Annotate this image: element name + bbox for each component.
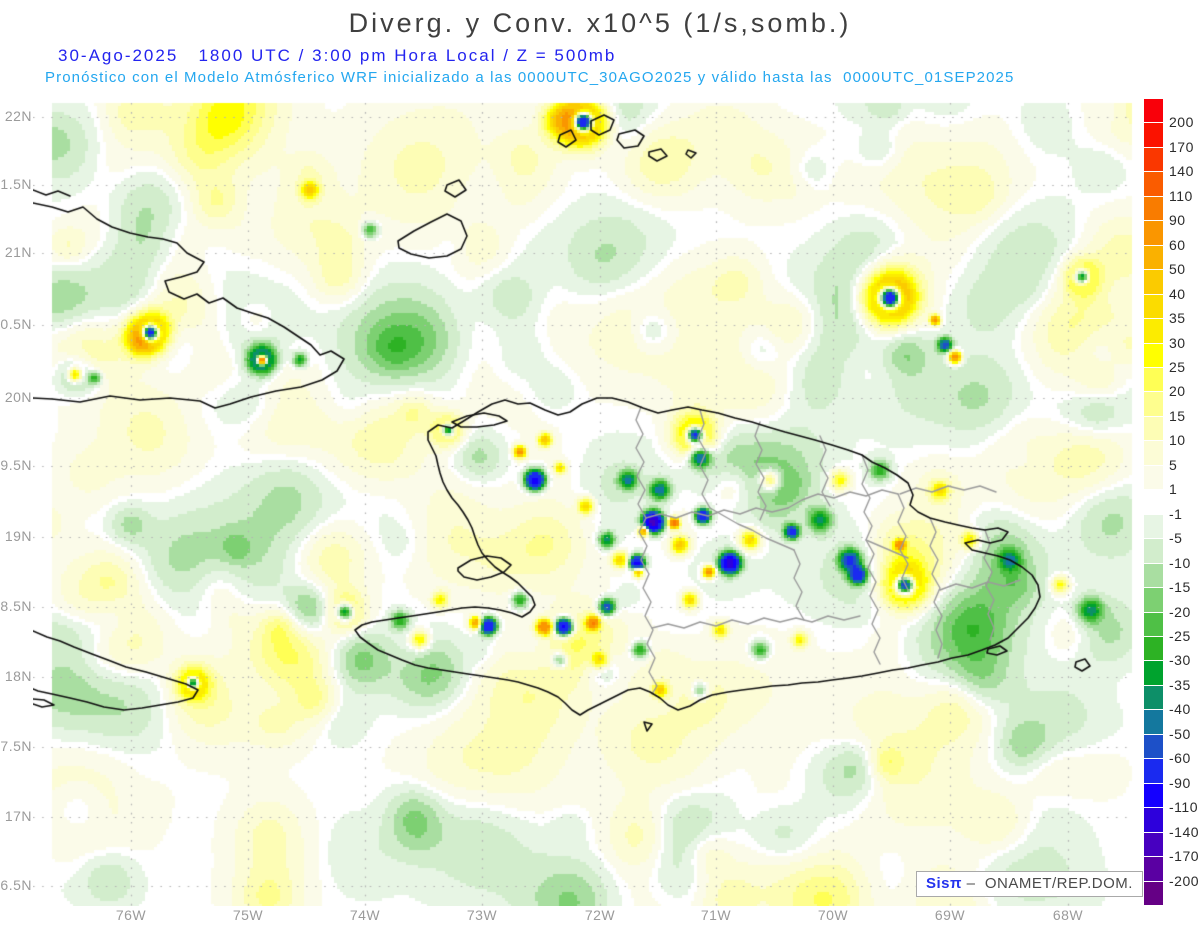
lat-label: 19N [4, 528, 32, 544]
colorbar-label: -15 [1169, 579, 1191, 596]
colorbar-segment [1144, 563, 1163, 588]
colorbar-segment [1144, 783, 1163, 808]
colorbar-label: -1 [1169, 505, 1183, 522]
colorbar-label: 1 [1169, 481, 1178, 498]
colorbar-segment [1144, 832, 1163, 857]
colorbar-label: 200 [1169, 114, 1194, 131]
colorbar-segment [1144, 734, 1163, 759]
colorbar-segment [1144, 99, 1163, 123]
colorbar-label: -140 [1169, 823, 1200, 840]
colorbar-segment [1144, 857, 1163, 881]
colorbar-segment [1144, 514, 1163, 539]
colorbar-segment [1144, 881, 1163, 905]
colorbar-segment [1144, 710, 1163, 734]
chart-subtitle-model: Pronóstico con el Modelo Atmósferico WRF… [45, 69, 1015, 86]
lat-label: 18N [4, 668, 32, 684]
colorbar-label: -35 [1169, 676, 1191, 693]
colorbar-label: -5 [1169, 530, 1183, 547]
colorbar-segment [1144, 147, 1163, 172]
colorbar-segment [1144, 392, 1163, 416]
lat-label: 8.5N [0, 598, 32, 614]
colorbar-label: -25 [1169, 628, 1191, 644]
colorbar-label: 170 [1169, 138, 1194, 155]
colorbar-label: -10 [1169, 554, 1191, 571]
colorbar-label: 30 [1169, 334, 1186, 351]
lat-label: 7.5N [0, 738, 32, 754]
colorbar-label: 10 [1169, 432, 1186, 449]
lon-label: 73W [466, 907, 498, 923]
lat-label: 0.5N [0, 316, 32, 332]
colorbar-segment [1144, 416, 1163, 441]
colorbar [1144, 99, 1163, 906]
colorbar-label: 20 [1169, 383, 1186, 400]
colorbar-segment [1144, 637, 1163, 661]
colorbar-segment [1144, 465, 1163, 490]
colorbar-segment [1144, 612, 1163, 636]
colorbar-segment [1144, 588, 1163, 612]
lon-label: 72W [584, 907, 616, 923]
lat-label: 1.5N [0, 176, 32, 192]
divergence-field-canvas [33, 100, 1133, 906]
colorbar-label: 50 [1169, 261, 1186, 278]
lat-label: 17N [4, 808, 32, 824]
colorbar-segment [1144, 343, 1163, 367]
colorbar-label: -40 [1169, 701, 1191, 718]
colorbar-label: -50 [1169, 725, 1191, 742]
colorbar-label: -110 [1169, 799, 1198, 816]
lat-label: 9.5N [0, 457, 32, 473]
lon-label: 75W [232, 907, 264, 923]
chart-subtitle-datetime: 30-Ago-2025 1800 UTC / 3:00 pm Hora Loca… [58, 46, 617, 65]
lat-label: 6.5N [0, 877, 32, 893]
colorbar-label: 40 [1169, 285, 1186, 302]
colorbar-segment [1144, 123, 1163, 147]
colorbar-segment [1144, 294, 1163, 319]
colorbar-label: -170 [1169, 848, 1200, 865]
colorbar-segment [1144, 685, 1163, 710]
lat-label: 22N [4, 108, 32, 124]
colorbar-segment [1144, 368, 1163, 392]
colorbar-segment [1144, 759, 1163, 783]
colorbar-label: -90 [1169, 774, 1191, 791]
colorbar-label: 110 [1169, 187, 1193, 204]
colorbar-label: 5 [1169, 456, 1178, 473]
lat-label: 20N [4, 389, 32, 405]
colorbar-label: -200 [1169, 872, 1200, 889]
lon-label: 69W [934, 907, 966, 923]
colorbar-label: 60 [1169, 236, 1186, 253]
weather-map-page: Diverg. y Conv. x10^5 (1/s,somb.) 30-Ago… [0, 0, 1200, 927]
colorbar-label: 35 [1169, 310, 1186, 327]
colorbar-label: 15 [1169, 407, 1186, 424]
colorbar-label: 140 [1169, 163, 1194, 180]
lon-label: 76W [115, 907, 147, 923]
colorbar-segment [1144, 245, 1163, 270]
colorbar-label: 25 [1169, 359, 1186, 375]
lon-label: 71W [700, 907, 732, 923]
colorbar-segment [1144, 196, 1163, 221]
colorbar-segment [1144, 441, 1163, 465]
lon-label: 70W [817, 907, 849, 923]
chart-title: Diverg. y Conv. x10^5 (1/s,somb.) [348, 8, 852, 38]
watermark-org: – ONAMET/REP.DOM. [962, 875, 1133, 892]
colorbar-segment [1144, 661, 1163, 685]
colorbar-segment [1144, 808, 1163, 832]
colorbar-segment [1144, 490, 1163, 514]
watermark-box: Sisπ – ONAMET/REP.DOM. [916, 871, 1143, 897]
colorbar-segment [1144, 539, 1163, 563]
watermark-brand: Sisπ [926, 875, 962, 892]
colorbar-label: -30 [1169, 652, 1191, 669]
colorbar-segment [1144, 319, 1163, 343]
lat-label: 21N [4, 244, 32, 260]
colorbar-label: -20 [1169, 603, 1191, 620]
colorbar-label: -60 [1169, 750, 1191, 767]
colorbar-segment [1144, 221, 1163, 245]
colorbar-label: 90 [1169, 212, 1186, 229]
lon-label: 68W [1052, 907, 1084, 923]
lon-label: 74W [349, 907, 381, 923]
colorbar-segment [1144, 172, 1163, 196]
colorbar-segment [1144, 270, 1163, 294]
